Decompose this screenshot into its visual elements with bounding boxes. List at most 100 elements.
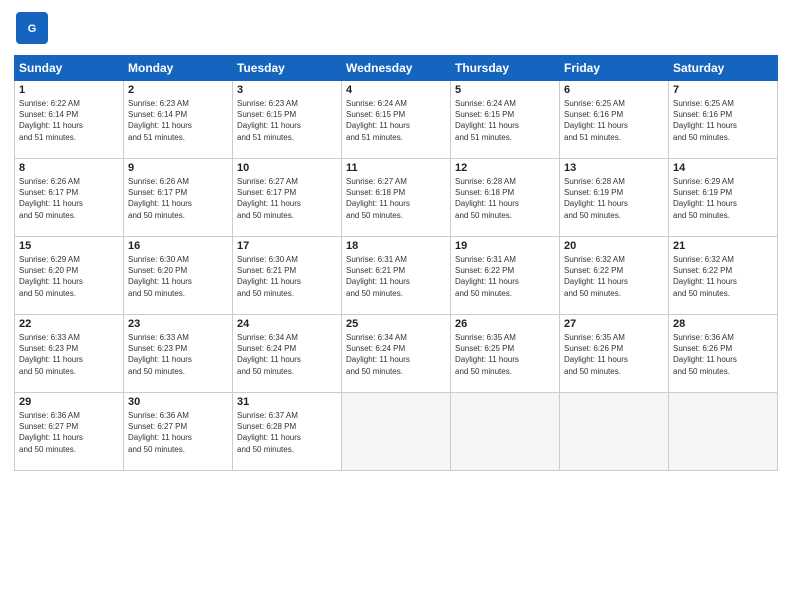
calendar-cell: 3Sunrise: 6:23 AM Sunset: 6:15 PM Daylig…: [233, 81, 342, 159]
calendar-cell: 10 Sunrise: 6:27 AM Sunset: 6:17 PM Dayli…: [233, 159, 342, 237]
day-info: Sunrise: 6:23 AM Sunset: 6:14 PM Dayligh…: [128, 98, 228, 143]
calendar-cell: 24 Sunrise: 6:34 AM Sunset: 6:24 PM Dayli…: [233, 315, 342, 393]
calendar-cell: 29 Sunrise: 6:36 AM Sunset: 6:27 PM Dayli…: [15, 393, 124, 471]
day-number: 6: [564, 84, 664, 96]
calendar-week-row: 15 Sunrise: 6:29 AM Sunset: 6:20 PM Dayli…: [15, 237, 778, 315]
calendar-week-row: 22 Sunrise: 6:33 AM Sunset: 6:23 PM Dayli…: [15, 315, 778, 393]
logo: G: [14, 10, 54, 51]
day-number: 1: [19, 84, 119, 96]
day-number: 3: [237, 84, 337, 96]
calendar-cell: 9 Sunrise: 6:26 AM Sunset: 6:17 PM Daylig…: [124, 159, 233, 237]
calendar-header-row: SundayMondayTuesdayWednesdayThursdayFrid…: [15, 56, 778, 81]
logo-icon: G: [14, 10, 50, 46]
day-info: Sunrise: 6:24 AM Sunset: 6:15 PM Dayligh…: [455, 98, 555, 143]
header-cell-saturday: Saturday: [669, 56, 778, 81]
day-number: 27: [564, 318, 664, 330]
day-number: 29: [19, 396, 119, 408]
day-number: 14: [673, 162, 773, 174]
day-number: 8: [19, 162, 119, 174]
day-info: Sunrise: 6:26 AM Sunset: 6:17 PM Dayligh…: [128, 176, 228, 221]
calendar-week-row: 29 Sunrise: 6:36 AM Sunset: 6:27 PM Dayli…: [15, 393, 778, 471]
day-number: 26: [455, 318, 555, 330]
calendar-cell: 31Sunrise: 6:37 AM Sunset: 6:28 PM Dayli…: [233, 393, 342, 471]
calendar-cell: [342, 393, 451, 471]
calendar-week-row: 1 Sunrise: 6:22 AM Sunset: 6:14 PM Daylig…: [15, 81, 778, 159]
day-number: 5: [455, 84, 555, 96]
day-info: Sunrise: 6:36 AM Sunset: 6:26 PM Dayligh…: [673, 332, 773, 377]
calendar-cell: 20 Sunrise: 6:32 AM Sunset: 6:22 PM Dayli…: [560, 237, 669, 315]
day-number: 11: [346, 162, 446, 174]
day-info: Sunrise: 6:32 AM Sunset: 6:22 PM Dayligh…: [564, 254, 664, 299]
calendar-cell: 25Sunrise: 6:34 AM Sunset: 6:24 PM Dayli…: [342, 315, 451, 393]
calendar-cell: 18 Sunrise: 6:31 AM Sunset: 6:21 PM Dayli…: [342, 237, 451, 315]
calendar-cell: 6 Sunrise: 6:25 AM Sunset: 6:16 PM Daylig…: [560, 81, 669, 159]
calendar-cell: 14Sunrise: 6:29 AM Sunset: 6:19 PM Dayli…: [669, 159, 778, 237]
day-info: Sunrise: 6:36 AM Sunset: 6:27 PM Dayligh…: [19, 410, 119, 455]
page-container: G SundayMondayTuesdayWednesdayThursdayFr…: [0, 0, 792, 477]
header-cell-sunday: Sunday: [15, 56, 124, 81]
day-number: 12: [455, 162, 555, 174]
header-cell-thursday: Thursday: [451, 56, 560, 81]
day-info: Sunrise: 6:30 AM Sunset: 6:21 PM Dayligh…: [237, 254, 337, 299]
header-cell-tuesday: Tuesday: [233, 56, 342, 81]
day-number: 22: [19, 318, 119, 330]
calendar-cell: 5 Sunrise: 6:24 AM Sunset: 6:15 PM Daylig…: [451, 81, 560, 159]
day-info: Sunrise: 6:29 AM Sunset: 6:20 PM Dayligh…: [19, 254, 119, 299]
day-number: 10: [237, 162, 337, 174]
day-number: 24: [237, 318, 337, 330]
day-number: 30: [128, 396, 228, 408]
calendar-cell: 16Sunrise: 6:30 AM Sunset: 6:20 PM Dayli…: [124, 237, 233, 315]
calendar-cell: 28 Sunrise: 6:36 AM Sunset: 6:26 PM Dayli…: [669, 315, 778, 393]
header: G: [14, 10, 778, 51]
calendar-week-row: 8 Sunrise: 6:26 AM Sunset: 6:17 PM Daylig…: [15, 159, 778, 237]
day-info: Sunrise: 6:28 AM Sunset: 6:18 PM Dayligh…: [455, 176, 555, 221]
day-info: Sunrise: 6:31 AM Sunset: 6:21 PM Dayligh…: [346, 254, 446, 299]
calendar-cell: 21Sunrise: 6:32 AM Sunset: 6:22 PM Dayli…: [669, 237, 778, 315]
day-number: 19: [455, 240, 555, 252]
calendar-cell: [669, 393, 778, 471]
calendar-cell: [451, 393, 560, 471]
day-info: Sunrise: 6:25 AM Sunset: 6:16 PM Dayligh…: [673, 98, 773, 143]
day-info: Sunrise: 6:33 AM Sunset: 6:23 PM Dayligh…: [19, 332, 119, 377]
calendar-cell: 11 Sunrise: 6:27 AM Sunset: 6:18 PM Dayli…: [342, 159, 451, 237]
day-number: 2: [128, 84, 228, 96]
calendar-cell: 19 Sunrise: 6:31 AM Sunset: 6:22 PM Dayli…: [451, 237, 560, 315]
calendar-cell: 1 Sunrise: 6:22 AM Sunset: 6:14 PM Daylig…: [15, 81, 124, 159]
day-number: 28: [673, 318, 773, 330]
day-number: 4: [346, 84, 446, 96]
calendar-cell: 26 Sunrise: 6:35 AM Sunset: 6:25 PM Dayli…: [451, 315, 560, 393]
day-number: 9: [128, 162, 228, 174]
calendar-cell: 2 Sunrise: 6:23 AM Sunset: 6:14 PM Daylig…: [124, 81, 233, 159]
svg-text:G: G: [28, 23, 37, 35]
day-info: Sunrise: 6:37 AM Sunset: 6:28 PM Dayligh…: [237, 410, 337, 455]
day-number: 20: [564, 240, 664, 252]
day-info: Sunrise: 6:33 AM Sunset: 6:23 PM Dayligh…: [128, 332, 228, 377]
day-number: 21: [673, 240, 773, 252]
calendar-cell: [560, 393, 669, 471]
day-info: Sunrise: 6:26 AM Sunset: 6:17 PM Dayligh…: [19, 176, 119, 221]
day-info: Sunrise: 6:27 AM Sunset: 6:18 PM Dayligh…: [346, 176, 446, 221]
header-cell-wednesday: Wednesday: [342, 56, 451, 81]
day-info: Sunrise: 6:22 AM Sunset: 6:14 PM Dayligh…: [19, 98, 119, 143]
calendar-cell: 12 Sunrise: 6:28 AM Sunset: 6:18 PM Dayli…: [451, 159, 560, 237]
calendar-cell: 27 Sunrise: 6:35 AM Sunset: 6:26 PM Dayli…: [560, 315, 669, 393]
day-info: Sunrise: 6:34 AM Sunset: 6:24 PM Dayligh…: [346, 332, 446, 377]
calendar-cell: 7Sunrise: 6:25 AM Sunset: 6:16 PM Daylig…: [669, 81, 778, 159]
header-cell-friday: Friday: [560, 56, 669, 81]
day-info: Sunrise: 6:27 AM Sunset: 6:17 PM Dayligh…: [237, 176, 337, 221]
day-info: Sunrise: 6:35 AM Sunset: 6:25 PM Dayligh…: [455, 332, 555, 377]
calendar-cell: 23Sunrise: 6:33 AM Sunset: 6:23 PM Dayli…: [124, 315, 233, 393]
day-number: 18: [346, 240, 446, 252]
day-info: Sunrise: 6:25 AM Sunset: 6:16 PM Dayligh…: [564, 98, 664, 143]
calendar-cell: 17 Sunrise: 6:30 AM Sunset: 6:21 PM Dayli…: [233, 237, 342, 315]
day-info: Sunrise: 6:34 AM Sunset: 6:24 PM Dayligh…: [237, 332, 337, 377]
calendar-cell: 22 Sunrise: 6:33 AM Sunset: 6:23 PM Dayli…: [15, 315, 124, 393]
day-info: Sunrise: 6:35 AM Sunset: 6:26 PM Dayligh…: [564, 332, 664, 377]
day-info: Sunrise: 6:30 AM Sunset: 6:20 PM Dayligh…: [128, 254, 228, 299]
day-info: Sunrise: 6:36 AM Sunset: 6:27 PM Dayligh…: [128, 410, 228, 455]
calendar-table: SundayMondayTuesdayWednesdayThursdayFrid…: [14, 55, 778, 471]
day-number: 15: [19, 240, 119, 252]
calendar-cell: 15 Sunrise: 6:29 AM Sunset: 6:20 PM Dayli…: [15, 237, 124, 315]
day-info: Sunrise: 6:31 AM Sunset: 6:22 PM Dayligh…: [455, 254, 555, 299]
day-number: 17: [237, 240, 337, 252]
